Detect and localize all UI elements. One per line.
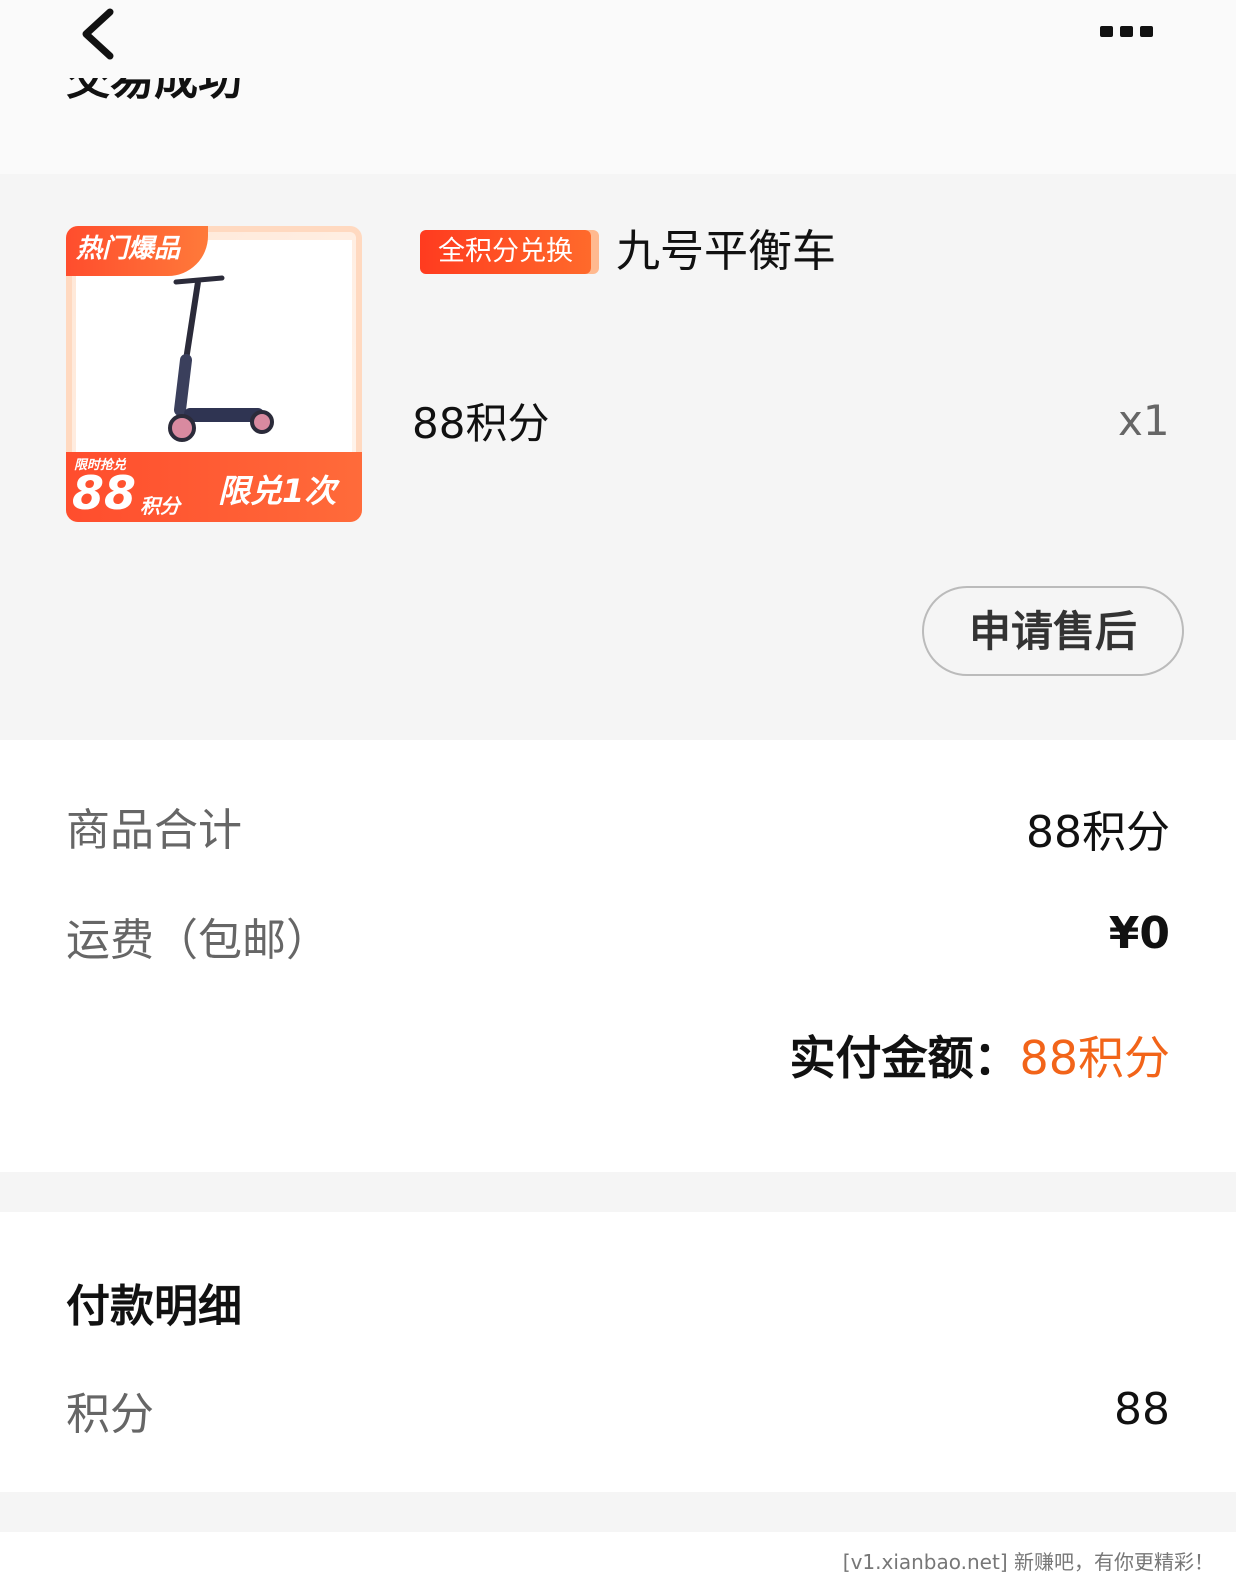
shipping-label: 运费（包邮）: [66, 915, 330, 966]
points-value: 88: [1114, 1384, 1170, 1435]
product-image[interactable]: 热门爆品 限时抢兑 88 积分 限兑1次: [66, 226, 362, 522]
promo-price: 88: [72, 466, 137, 520]
paid-amount-row: 实付金额：88积分: [789, 1022, 1170, 1088]
section-divider: [0, 1172, 1236, 1212]
hot-item-tag: 热门爆品: [66, 226, 208, 276]
product-quantity: x1: [1118, 396, 1170, 445]
product-price: 88积分: [412, 399, 550, 448]
paid-amount-value: 88积分: [1019, 1031, 1170, 1085]
footer: [v1.xianbao.net] 新赚吧，有你更精彩！: [0, 1532, 1236, 1592]
points-label: 积分: [66, 1389, 154, 1440]
top-bar: 交易成功: [0, 0, 1236, 174]
order-summary: 商品合计 88积分 运费（包邮） ¥0 实付金额：88积分: [0, 740, 1236, 1172]
watermark-text: [v1.xianbao.net] 新赚吧，有你更精彩！: [842, 1550, 1214, 1574]
payment-detail: 付款明细 积分 88: [0, 1212, 1236, 1492]
promo-banner: 限时抢兑 88 积分 限兑1次: [66, 452, 362, 522]
order-status-title: 交易成功: [66, 78, 242, 105]
points-exchange-badge: 全积分兑换: [420, 230, 591, 274]
more-dots-icon[interactable]: [1100, 22, 1160, 42]
promo-price-unit: 积分: [140, 494, 180, 518]
product-name[interactable]: 九号平衡车: [616, 224, 836, 280]
product-card: 热门爆品 限时抢兑 88 积分 限兑1次 全积分兑换 九号平衡车 88积分 x1…: [0, 174, 1236, 740]
section-divider: [0, 1492, 1236, 1532]
chevron-left-icon[interactable]: [72, 4, 132, 64]
paid-amount-label: 实付金额：: [789, 1031, 1020, 1085]
after-sale-button[interactable]: 申请售后: [922, 586, 1184, 676]
subtotal-label: 商品合计: [66, 805, 242, 856]
shipping-value: ¥0: [1108, 908, 1170, 959]
limit-once-label: 限兑1次: [218, 472, 337, 510]
subtotal-value: 88积分: [1026, 807, 1170, 858]
payment-detail-title: 付款明细: [66, 1281, 242, 1332]
